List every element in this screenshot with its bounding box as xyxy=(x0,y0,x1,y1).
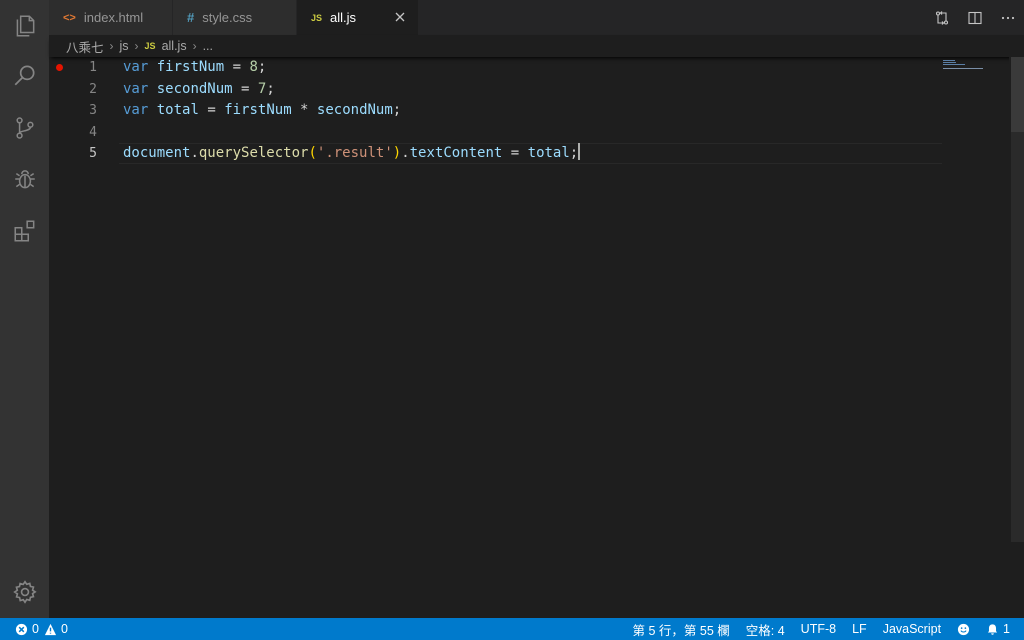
cursor-position[interactable]: 第 5 行，第 55 欄 xyxy=(625,618,738,640)
end-of-line[interactable]: LF xyxy=(844,618,875,640)
line-number: 2 xyxy=(89,81,97,97)
number-literal: 8 xyxy=(249,59,258,75)
css-icon: # xyxy=(187,10,195,25)
debug-icon[interactable] xyxy=(0,155,49,203)
paren: ) xyxy=(392,145,402,161)
operator: = xyxy=(232,80,258,97)
line-number: 3 xyxy=(89,103,97,118)
error-icon xyxy=(15,623,28,635)
status-bar: 0 0 第 5 行，第 55 欄 空格: 4 UTF-8 LF JavaScri… xyxy=(0,618,1024,640)
close-icon[interactable] xyxy=(392,9,408,25)
source-control-icon[interactable] xyxy=(0,104,49,152)
code-line: var firstNum = 8; xyxy=(123,57,266,79)
breadcrumb-subfolder[interactable]: js xyxy=(120,39,129,53)
notifications[interactable]: 1 xyxy=(978,618,1024,640)
minimap-line xyxy=(943,64,965,65)
line-number: 1 xyxy=(89,60,97,75)
identifier: secondNum xyxy=(316,102,393,118)
operator: = xyxy=(502,145,528,161)
scrollbar-track-shadow xyxy=(1011,132,1024,542)
gutter[interactable]: 1 2 3 4 5 xyxy=(49,57,119,618)
keyword: var xyxy=(123,102,149,118)
identifier: document xyxy=(123,145,191,161)
operator: * xyxy=(291,102,317,118)
scrollbar-thumb[interactable] xyxy=(1011,57,1024,132)
semicolon: ; xyxy=(569,145,579,161)
identifier: firstNum xyxy=(156,59,225,75)
html-icon: <> xyxy=(63,11,76,24)
function-name: querySelector xyxy=(198,145,309,161)
indentation[interactable]: 空格: 4 xyxy=(738,618,793,640)
compare-changes-icon[interactable] xyxy=(925,0,958,35)
js-icon: JS xyxy=(311,12,323,23)
breadcrumb-file[interactable]: all.js xyxy=(162,39,187,53)
gear-icon[interactable] xyxy=(0,568,49,616)
semicolon: ; xyxy=(266,80,275,97)
tab-index-html[interactable]: <> index.html xyxy=(49,0,173,35)
minimap[interactable] xyxy=(943,57,1009,77)
operator: = xyxy=(198,102,225,118)
minimap-line xyxy=(943,62,956,63)
string-literal: '.result' xyxy=(316,145,393,161)
error-count: 0 xyxy=(32,622,39,636)
more-actions-icon[interactable] xyxy=(991,0,1024,35)
warning-count: 0 xyxy=(60,622,68,636)
minimap-line xyxy=(943,68,983,69)
language-mode[interactable]: JavaScript xyxy=(875,618,949,640)
chevron-right-icon: › xyxy=(134,39,139,53)
code-editor[interactable]: 1 2 3 4 5 var firstNum = 8; var secondNu… xyxy=(49,57,1009,618)
dot: . xyxy=(190,145,199,161)
tab-all-js[interactable]: JS all.js xyxy=(297,0,419,35)
semicolon: ; xyxy=(257,59,267,75)
line-number: 5 xyxy=(89,146,97,161)
breadcrumb-folder[interactable]: 八乘七 xyxy=(66,37,104,56)
keyword: var xyxy=(123,80,149,97)
code-line: document.querySelector('.result').textCo… xyxy=(123,143,581,165)
identifier: total xyxy=(156,102,199,118)
chevron-right-icon: › xyxy=(109,39,114,53)
encoding[interactable]: UTF-8 xyxy=(793,618,844,640)
operator: = xyxy=(224,59,250,75)
breadcrumb-symbol[interactable]: ... xyxy=(203,39,213,53)
tab-label: index.html xyxy=(83,10,144,25)
problems-indicator[interactable]: 0 0 xyxy=(15,618,76,640)
editor-actions xyxy=(925,0,1024,35)
identifier: firstNum xyxy=(224,102,292,118)
chevron-right-icon: › xyxy=(192,39,197,53)
js-icon: JS xyxy=(144,41,156,51)
code-line: var total = firstNum * secondNum; xyxy=(123,100,401,122)
activity-bar xyxy=(0,0,49,618)
notification-count: 1 xyxy=(1003,622,1010,636)
identifier: secondNum xyxy=(156,80,233,97)
tab-bar: <> index.html # style.css JS all.js xyxy=(49,0,1024,35)
explorer-icon[interactable] xyxy=(0,2,49,50)
extensions-icon[interactable] xyxy=(0,207,49,255)
identifier: textContent xyxy=(409,145,503,161)
search-icon[interactable] xyxy=(0,51,49,99)
tab-label: all.js xyxy=(330,10,357,25)
line-number: 4 xyxy=(89,124,97,140)
identifier: total xyxy=(527,145,570,161)
feedback-icon[interactable] xyxy=(949,618,978,640)
dot: . xyxy=(401,145,410,161)
tab-style-css[interactable]: # style.css xyxy=(173,0,297,35)
tab-label: style.css xyxy=(202,10,253,25)
code-line: var secondNum = 7; xyxy=(123,79,275,101)
split-editor-icon[interactable] xyxy=(958,0,991,35)
semicolon: ; xyxy=(392,102,402,118)
keyword: var xyxy=(123,59,149,75)
paren: ( xyxy=(308,145,317,161)
warning-icon xyxy=(44,623,57,635)
text-cursor xyxy=(578,143,581,160)
breadcrumb: 八乘七 › js › JS all.js › ... xyxy=(49,35,1024,57)
minimap-line xyxy=(943,60,955,61)
bell-icon xyxy=(987,623,998,635)
